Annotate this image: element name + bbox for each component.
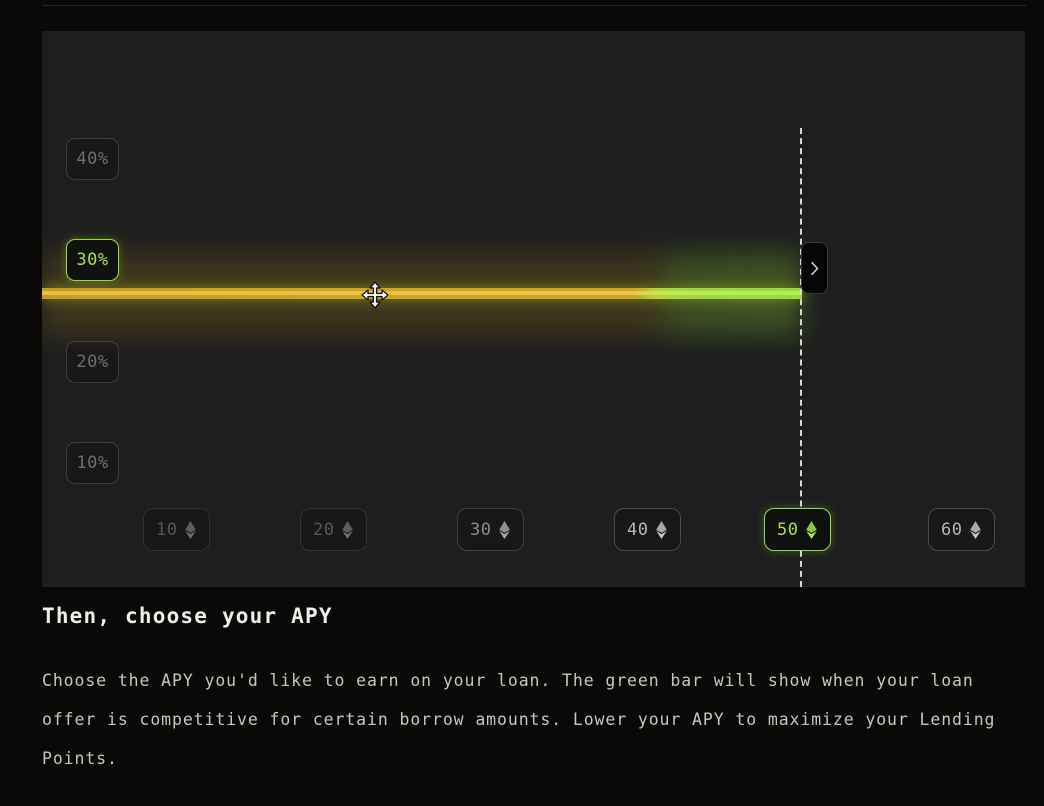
next-step-button[interactable] — [801, 242, 828, 294]
x-axis-label-20-text: 20 — [313, 519, 335, 540]
x-axis-label-30[interactable]: 30 — [457, 508, 525, 551]
apy-bar[interactable] — [42, 253, 802, 335]
move-cursor-icon — [360, 280, 390, 310]
x-axis-label-50-selected[interactable]: 50 — [764, 508, 832, 551]
top-divider — [42, 5, 1026, 6]
y-axis-label-30-selected[interactable]: 30% — [66, 239, 119, 281]
page-root: 40% 30% 20% 10% 10 20 30 40 50 60 Then, … — [0, 0, 1044, 806]
x-axis-label-60-text: 60 — [941, 519, 963, 540]
x-axis-label-10-text: 10 — [156, 519, 178, 540]
x-axis-label-10[interactable]: 10 — [143, 508, 211, 551]
x-axis-label-50-text: 50 — [777, 519, 799, 540]
eth-icon — [656, 520, 668, 539]
y-axis-label-10-text: 10% — [76, 453, 109, 473]
eth-icon — [970, 520, 982, 539]
section-heading: Then, choose your APY — [42, 604, 333, 628]
y-axis-label-20[interactable]: 20% — [66, 341, 119, 383]
apy-chart-panel[interactable]: 40% 30% 20% 10% 10 20 30 40 50 60 — [42, 31, 1025, 587]
y-axis-label-10[interactable]: 10% — [66, 442, 119, 484]
x-axis-label-40[interactable]: 40 — [614, 508, 682, 551]
y-axis-label-30-text: 30% — [76, 250, 109, 270]
eth-icon — [806, 520, 818, 539]
section-body-text: Choose the APY you'd like to earn on you… — [42, 671, 1007, 768]
x-axis-label-20[interactable]: 20 — [300, 508, 368, 551]
eth-icon — [185, 520, 197, 539]
eth-icon — [342, 520, 354, 539]
eth-icon — [499, 520, 511, 539]
x-axis-label-40-text: 40 — [627, 519, 649, 540]
chevron-right-icon — [810, 261, 818, 275]
x-axis-label-30-text: 30 — [470, 519, 492, 540]
x-axis-label-60[interactable]: 60 — [928, 508, 996, 551]
y-axis-label-40[interactable]: 40% — [66, 138, 119, 180]
y-axis-label-20-text: 20% — [76, 352, 109, 372]
y-axis-label-40-text: 40% — [76, 149, 109, 169]
apy-bar-highlight — [42, 291, 802, 295]
